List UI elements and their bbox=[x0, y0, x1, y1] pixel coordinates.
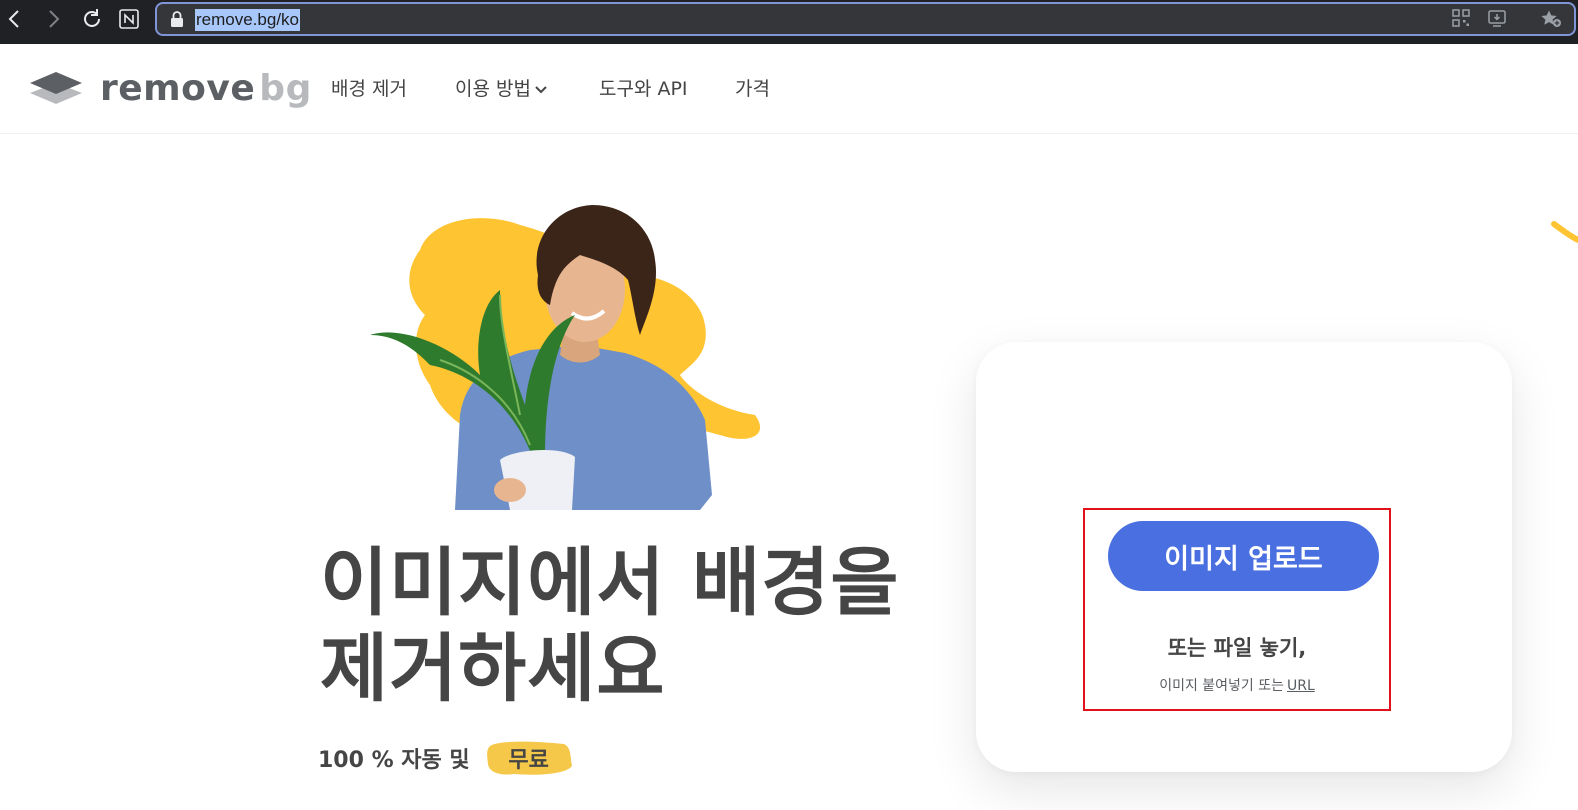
lock-icon bbox=[170, 10, 184, 28]
hero-subtitle: 100 % 자동 및 무료 bbox=[318, 738, 574, 778]
hero-title: 이미지에서 배경을 제거하세요 bbox=[320, 540, 899, 712]
nav-label: 가격 bbox=[735, 78, 770, 100]
logo-text: remove bg bbox=[100, 68, 312, 109]
paste-image-text: 이미지 붙여넣기 또는 URL bbox=[1083, 675, 1391, 695]
qr-code-icon[interactable] bbox=[1452, 9, 1470, 27]
hero-image bbox=[360, 195, 780, 515]
hero-title-line-1: 이미지에서 배경을 bbox=[320, 540, 900, 626]
free-badge-label: 무료 bbox=[508, 748, 549, 773]
layers-logo-icon bbox=[30, 72, 82, 104]
url-link[interactable]: URL bbox=[1287, 678, 1315, 694]
nav-pricing[interactable]: 가격 bbox=[735, 74, 770, 101]
favorites-icon[interactable] bbox=[1540, 9, 1562, 29]
removebg-logo[interactable]: remove bg bbox=[28, 68, 312, 109]
decorative-squiggle bbox=[1548, 218, 1578, 262]
site-header: remove bg 배경 제거 이용 방법 도구와 API 가격 bbox=[0, 44, 1578, 134]
reload-icon[interactable] bbox=[79, 6, 105, 32]
nav-label: 도구와 API bbox=[599, 78, 688, 100]
logo-word-bg: bg bbox=[259, 67, 312, 109]
drop-file-text: 또는 파일 놓기, bbox=[1167, 636, 1307, 660]
free-badge: 무료 bbox=[484, 738, 574, 778]
hero-title-line-2: 제거하세요 bbox=[320, 626, 666, 712]
nav-remove-background[interactable]: 배경 제거 bbox=[331, 74, 407, 101]
nav-how-to-use[interactable]: 이용 방법 bbox=[455, 74, 548, 101]
paste-label: 이미지 붙여넣기 또는 bbox=[1159, 678, 1285, 694]
upload-image-button[interactable]: 이미지 업로드 bbox=[1108, 521, 1379, 591]
url-text[interactable]: remove.bg/ko bbox=[195, 9, 300, 31]
chevron-down-icon bbox=[535, 85, 547, 93]
hero-subtitle-text: 100 % 자동 및 bbox=[318, 748, 470, 773]
nav-label: 배경 제거 bbox=[331, 78, 407, 100]
address-bar[interactable]: remove.bg/ko bbox=[155, 2, 1576, 36]
logo-word-remove: remove bbox=[100, 67, 256, 109]
forward-icon[interactable] bbox=[40, 6, 66, 32]
browser-toolbar: remove.bg/ko bbox=[0, 0, 1578, 44]
back-icon[interactable] bbox=[2, 6, 28, 32]
nav-tools-api[interactable]: 도구와 API bbox=[599, 74, 688, 101]
install-app-icon[interactable] bbox=[1488, 9, 1506, 27]
nav-label: 이용 방법 bbox=[455, 78, 531, 100]
notion-icon[interactable] bbox=[116, 6, 142, 32]
